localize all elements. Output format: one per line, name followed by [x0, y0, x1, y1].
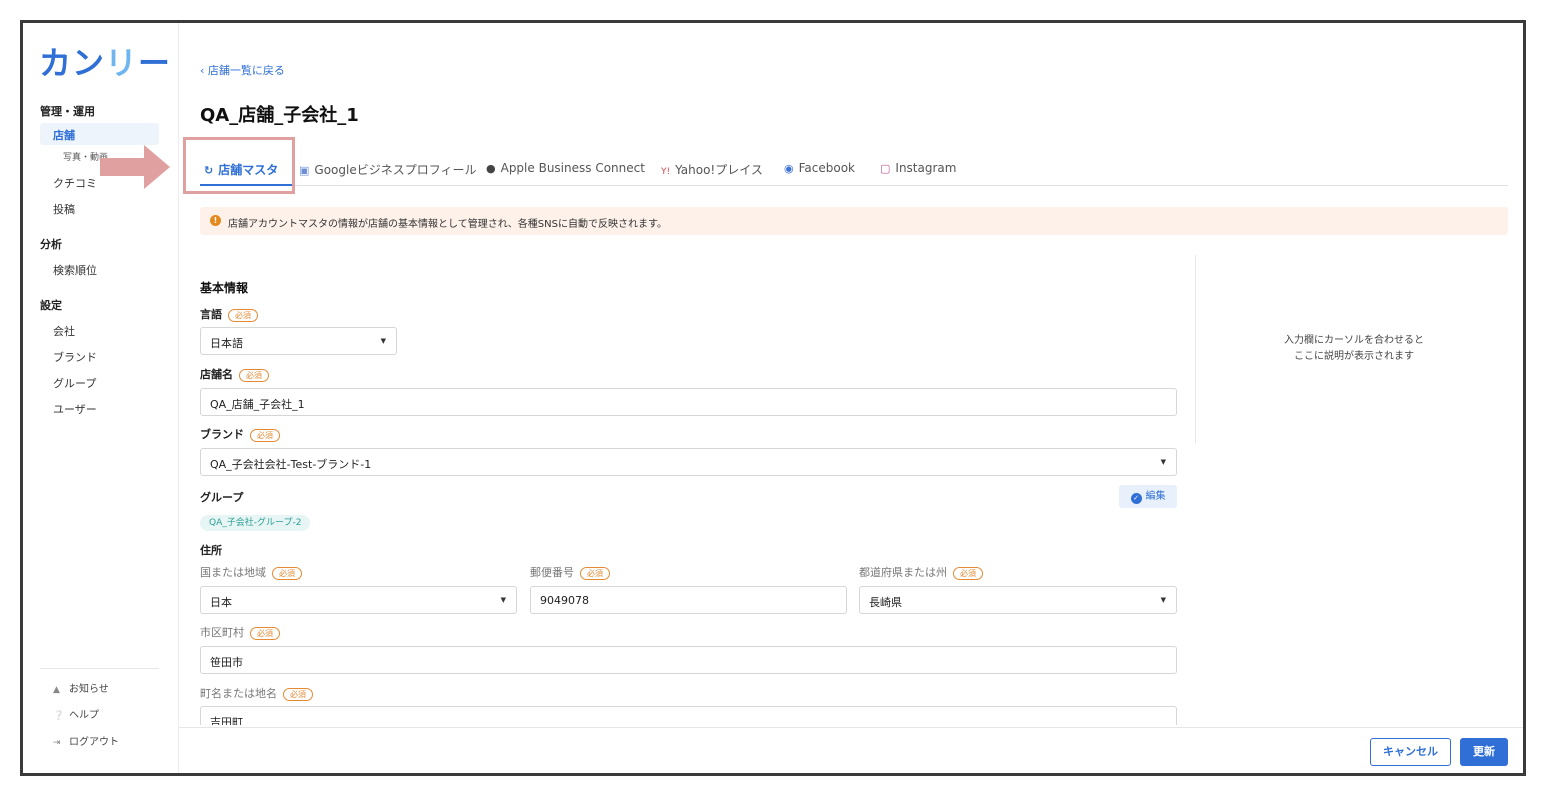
sidebar: カンリー 管理・運用 店舗 写真・動画 クチコミ 投稿 分析 検索順位 設定 会… — [23, 23, 179, 773]
prefecture-select[interactable]: 長崎県 ▼ — [859, 586, 1177, 614]
cancel-button[interactable]: キャンセル — [1370, 738, 1451, 766]
store-form: 基本情報 言語 必須 日本語 ▼ 店舗名 必須 QA_店舗_子会社_1 ブランド 必須 … — [200, 255, 1177, 725]
tab-yahoo-place[interactable]: Y! Yahoo!プレイス — [661, 161, 763, 178]
section-basic-info: 基本情報 — [200, 281, 249, 295]
help-panel: 入力欄にカーソルを合わせると ここに説明が表示されます — [1284, 335, 1424, 362]
tab-highlight-annotation — [183, 137, 295, 194]
store-name-label: 店舗名 必須 — [200, 366, 269, 382]
logout-icon: ⇥ — [53, 738, 61, 748]
sidebar-item-search-ranking[interactable]: 検索順位 — [53, 262, 97, 278]
instagram-icon: ▢ — [880, 162, 891, 175]
caret-down-icon: ▼ — [1160, 596, 1166, 604]
chevron-left-icon: ‹ — [200, 64, 208, 77]
store-name-input[interactable]: QA_店舗_子会社_1 — [200, 388, 1177, 416]
required-badge: 必須 — [250, 428, 280, 442]
address-label: 住所 — [200, 544, 222, 557]
info-notice: ! 店舗アカウントマスタの情報が店舗の基本情報として管理され、各種SNSに自動で… — [200, 207, 1508, 235]
language-select[interactable]: 日本語 ▼ — [200, 327, 397, 355]
pencil-icon: ✓ — [1130, 493, 1142, 504]
sidebar-divider — [40, 668, 159, 669]
caret-down-icon: ▼ — [380, 337, 386, 345]
sidebar-logout[interactable]: ⇥ ログアウト — [53, 733, 119, 748]
main-content: ‹ 店舗一覧に戻る QA_店舗_子会社_1 ↻ 店舗マスタ ▣ Googleビジネス… — [179, 23, 1523, 773]
sidebar-item-brand[interactable]: ブランド — [53, 349, 97, 365]
app-logo[interactable]: カンリー — [39, 43, 171, 83]
sidebar-help[interactable]: ❔ ヘルプ — [53, 706, 99, 721]
back-link[interactable]: ‹ 店舗一覧に戻る — [200, 62, 285, 78]
yahoo-icon: Y! — [661, 167, 671, 177]
bell-icon: ▲ — [53, 685, 60, 695]
app-window: カンリー 管理・運用 店舗 写真・動画 クチコミ 投稿 分析 検索順位 設定 会… — [20, 20, 1526, 776]
help-panel-divider — [1195, 255, 1196, 443]
prefecture-label: 都道府県または州 必須 — [859, 564, 983, 580]
caret-down-icon: ▼ — [500, 596, 506, 604]
tab-apple-business[interactable]: ● Apple Business Connect — [486, 161, 645, 175]
sidebar-item-company[interactable]: 会社 — [53, 323, 75, 339]
country-select[interactable]: 日本 ▼ — [200, 586, 517, 614]
action-footer: キャンセル 更新 — [179, 727, 1523, 773]
sidebar-notifications[interactable]: ▲ お知らせ — [53, 680, 109, 695]
annotation-arrow-icon — [100, 145, 170, 189]
town-input[interactable]: 吉田町 — [200, 706, 1177, 725]
sidebar-section-management: 管理・運用 — [40, 105, 95, 118]
required-badge: 必須 — [272, 566, 302, 580]
city-input[interactable]: 笹田市 — [200, 646, 1177, 674]
required-badge: 必須 — [580, 566, 610, 580]
sidebar-section-analysis: 分析 — [40, 238, 62, 251]
update-button[interactable]: 更新 — [1460, 738, 1508, 766]
group-label: グループ — [200, 491, 244, 504]
country-label: 国または地域 必須 — [200, 564, 302, 580]
edit-group-button[interactable]: ✓ 編集 — [1119, 485, 1177, 508]
city-label: 市区町村 必須 — [200, 624, 280, 640]
required-badge: 必須 — [239, 368, 269, 382]
required-badge: 必須 — [283, 687, 313, 701]
tab-facebook[interactable]: ◉ Facebook — [784, 161, 855, 175]
brand-select[interactable]: QA_子会社会社-Test-ブランド-1 ▼ — [200, 448, 1177, 476]
required-badge: 必須 — [250, 626, 280, 640]
channel-tabs: ↻ 店舗マスタ ▣ Googleビジネスプロフィール ● Apple Business… — [200, 155, 1508, 186]
sidebar-item-reviews[interactable]: クチコミ — [53, 175, 97, 191]
town-label: 町名または地名 必須 — [200, 685, 313, 701]
page-title: QA_店舗_子会社_1 — [200, 105, 359, 126]
language-label: 言語 必須 — [200, 306, 258, 322]
google-business-icon: ▣ — [299, 164, 310, 177]
postal-code-label: 郵便番号 必須 — [530, 564, 610, 580]
warning-icon: ! — [210, 215, 221, 226]
apple-icon: ● — [486, 162, 496, 175]
sidebar-item-group[interactable]: グループ — [53, 375, 96, 391]
sidebar-item-posts[interactable]: 投稿 — [53, 201, 75, 217]
caret-down-icon: ▼ — [1160, 458, 1166, 466]
tab-instagram[interactable]: ▢ Instagram — [880, 161, 956, 175]
sidebar-section-settings: 設定 — [40, 299, 62, 312]
help-icon: ❔ — [53, 711, 65, 721]
postal-code-input[interactable]: 9049078 — [530, 586, 847, 614]
facebook-icon: ◉ — [784, 162, 794, 175]
required-badge: 必須 — [228, 308, 258, 322]
sidebar-item-user[interactable]: ユーザー — [53, 401, 97, 417]
brand-label: ブランド 必須 — [200, 426, 280, 442]
sidebar-item-stores[interactable]: 店舗 — [40, 123, 159, 145]
group-chip: QA_子会社-グループ-2 — [200, 515, 311, 531]
required-badge: 必須 — [953, 566, 983, 580]
tab-google-business[interactable]: ▣ Googleビジネスプロフィール — [299, 161, 476, 178]
